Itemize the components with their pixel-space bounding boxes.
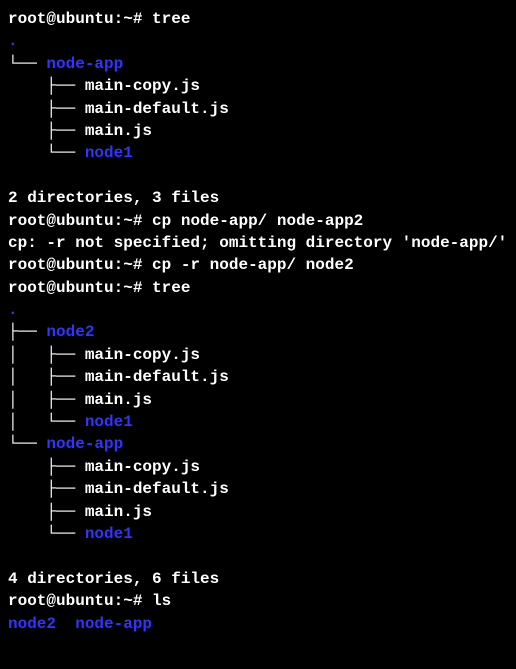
tree2-root: .	[8, 299, 508, 321]
file-main: main.js	[85, 503, 152, 521]
tree-char: ├──	[46, 391, 84, 409]
file-main-copy: main-copy.js	[85, 458, 200, 476]
command-cp-r: cp -r node-app/ node2	[152, 256, 354, 274]
tree1-root: .	[8, 30, 508, 52]
tree-char: └──	[46, 525, 84, 543]
tree-char: │	[8, 346, 46, 364]
prompt-sep: :	[114, 212, 124, 230]
command-cp-1: cp node-app/ node-app2	[152, 212, 363, 230]
tree2-file1: │ ├── main-copy.js	[8, 344, 508, 366]
ls-item-node2: node2	[8, 615, 56, 633]
prompt-symbol: #	[133, 592, 152, 610]
tree-char: │	[8, 413, 46, 431]
tree-char: ├──	[46, 480, 84, 498]
tree2-file6: ├── main.js	[8, 501, 508, 523]
prompt-user: root@ubuntu	[8, 279, 114, 297]
prompt-path: ~	[123, 256, 133, 274]
tree2-summary: 4 directories, 6 files	[8, 568, 508, 590]
tree-dot: .	[8, 301, 18, 319]
tree2-dir4: └── node1	[8, 523, 508, 545]
tree-char: ├──	[46, 368, 84, 386]
tree-char: ├──	[46, 77, 84, 95]
tree1-file2: ├── main-default.js	[8, 98, 508, 120]
tree-char	[8, 100, 46, 118]
tree-char	[8, 144, 46, 162]
file-main-copy: main-copy.js	[85, 346, 200, 364]
tree-char: └──	[46, 413, 84, 431]
dir-node1: node1	[85, 144, 133, 162]
dir-node1: node1	[85, 413, 133, 431]
tree-char: ├──	[46, 122, 84, 140]
prompt-sep: :	[114, 256, 124, 274]
ls-output: node2 node-app	[8, 613, 508, 635]
tree2-dir1: ├── node2	[8, 321, 508, 343]
tree-char: ├──	[46, 458, 84, 476]
tree2-file4: ├── main-copy.js	[8, 456, 508, 478]
tree-char: ├──	[46, 346, 84, 364]
tree1-summary: 2 directories, 3 files	[8, 187, 508, 209]
tree2-file5: ├── main-default.js	[8, 478, 508, 500]
tree-char	[8, 458, 46, 476]
tree-char	[8, 525, 46, 543]
tree-char: ├──	[46, 100, 84, 118]
dir-node-app: node-app	[46, 55, 123, 73]
prompt-line-2[interactable]: root@ubuntu:~# cp node-app/ node-app2	[8, 210, 508, 232]
tree-char	[8, 77, 46, 95]
tree-dot: .	[8, 32, 18, 50]
command-ls: ls	[152, 592, 171, 610]
tree-char: ├──	[46, 503, 84, 521]
file-main-copy: main-copy.js	[85, 77, 200, 95]
tree2-dir2: │ └── node1	[8, 411, 508, 433]
prompt-line-3[interactable]: root@ubuntu:~# cp -r node-app/ node2	[8, 254, 508, 276]
tree1-file3: ├── main.js	[8, 120, 508, 142]
prompt-path: ~	[123, 212, 133, 230]
prompt-symbol: #	[133, 279, 152, 297]
prompt-line-4[interactable]: root@ubuntu:~# tree	[8, 277, 508, 299]
tree2-dir3: └── node-app	[8, 433, 508, 455]
tree-char: └──	[46, 144, 84, 162]
prompt-path: ~	[123, 10, 133, 28]
prompt-symbol: #	[133, 256, 152, 274]
prompt-sep: :	[114, 279, 124, 297]
tree1-file1: ├── main-copy.js	[8, 75, 508, 97]
prompt-sep: :	[114, 592, 124, 610]
blank-line	[8, 545, 508, 567]
file-main-default: main-default.js	[85, 480, 229, 498]
cp-error: cp: -r not specified; omitting directory…	[8, 232, 508, 254]
tree-char	[8, 503, 46, 521]
command-tree-2: tree	[152, 279, 190, 297]
prompt-line-1[interactable]: root@ubuntu:~# tree	[8, 8, 508, 30]
prompt-user: root@ubuntu	[8, 256, 114, 274]
tree-char: │	[8, 368, 46, 386]
tree1-dir1: └── node-app	[8, 53, 508, 75]
tree2-file2: │ ├── main-default.js	[8, 366, 508, 388]
file-main-default: main-default.js	[85, 100, 229, 118]
tree-char	[8, 480, 46, 498]
tree2-file3: │ ├── main.js	[8, 389, 508, 411]
tree-char: ├──	[8, 323, 46, 341]
blank-line	[8, 165, 508, 187]
tree-char: │	[8, 391, 46, 409]
dir-node1: node1	[85, 525, 133, 543]
ls-item-node-app: node-app	[75, 615, 152, 633]
file-main: main.js	[85, 391, 152, 409]
prompt-sep: :	[114, 10, 124, 28]
prompt-line-5[interactable]: root@ubuntu:~# ls	[8, 590, 508, 612]
file-main: main.js	[85, 122, 152, 140]
dir-node-app: node-app	[46, 435, 123, 453]
prompt-user: root@ubuntu	[8, 212, 114, 230]
tree1-dir2: └── node1	[8, 142, 508, 164]
file-main-default: main-default.js	[85, 368, 229, 386]
command-tree-1: tree	[152, 10, 190, 28]
prompt-user: root@ubuntu	[8, 592, 114, 610]
prompt-symbol: #	[133, 212, 152, 230]
tree-char: └──	[8, 55, 46, 73]
prompt-path: ~	[123, 592, 133, 610]
prompt-user: root@ubuntu	[8, 10, 114, 28]
dir-node2: node2	[46, 323, 94, 341]
tree-char	[8, 122, 46, 140]
prompt-path: ~	[123, 279, 133, 297]
tree-char: └──	[8, 435, 46, 453]
prompt-symbol: #	[133, 10, 152, 28]
